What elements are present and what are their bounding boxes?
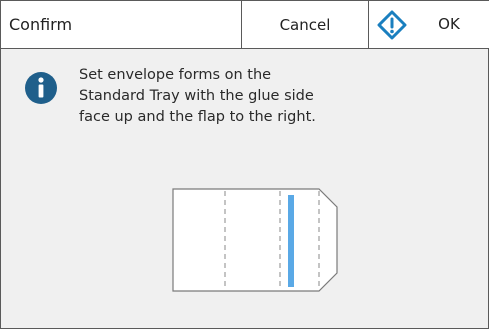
ok-button-label: OK (438, 15, 460, 33)
message-line-1: Set envelope forms on the (79, 67, 272, 83)
confirm-message: Set envelope forms on the Standard Tray … (79, 65, 379, 128)
confirm-dialog: Confirm Cancel OK Set envelope forms on … (0, 0, 489, 329)
cancel-button-label: Cancel (279, 15, 331, 34)
ok-button[interactable]: OK (368, 1, 489, 48)
message-line-2: Standard Tray with the glue side (79, 88, 314, 104)
dialog-title: Confirm (9, 15, 73, 34)
envelope-orientation-diagram (172, 188, 338, 292)
glue-strip (288, 195, 294, 287)
diamond-ok-icon (377, 10, 407, 40)
message-line-3: face up and the flap to the right. (79, 109, 316, 125)
envelope-outline (172, 188, 338, 292)
dialog-header: Confirm Cancel OK (1, 1, 489, 49)
info-icon (25, 72, 57, 104)
cancel-button[interactable]: Cancel (241, 1, 368, 48)
